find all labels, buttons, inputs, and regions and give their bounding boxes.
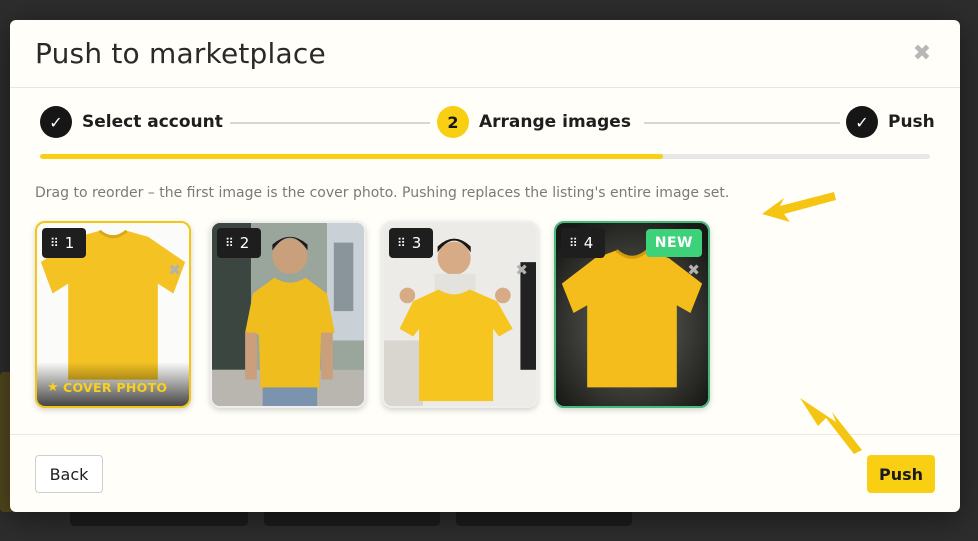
new-badge: NEW (645, 229, 702, 257)
drag-handle[interactable]: ⠿ 4 (561, 228, 605, 258)
image-card-3[interactable]: ⠿ 3 ✖ (382, 221, 538, 408)
progress-bar (40, 154, 930, 159)
pointer-arrow-icon (762, 192, 836, 222)
cover-photo-label: ★ COVER PHOTO (37, 362, 189, 406)
star-icon: ★ (47, 380, 59, 395)
image-index: 3 (411, 234, 422, 252)
check-icon: ✓ (846, 106, 878, 138)
step-label: Push (888, 112, 935, 132)
drag-handle[interactable]: ⠿ 1 (42, 228, 86, 258)
remove-image-icon[interactable]: ✖ (168, 261, 181, 279)
grip-icon: ⠿ (397, 236, 406, 250)
cover-photo-text: COVER PHOTO (62, 380, 168, 395)
step-push[interactable]: ✓ Push (846, 106, 935, 138)
pointer-arrow-icon (800, 398, 862, 454)
step-select-account[interactable]: ✓ Select account (40, 106, 223, 138)
grip-icon: ⠿ (50, 236, 59, 250)
check-icon: ✓ (40, 106, 72, 138)
close-icon[interactable]: ✖ (910, 42, 934, 66)
grip-icon: ⠿ (569, 236, 578, 250)
image-index: 1 (64, 234, 75, 252)
image-card-1[interactable]: ⠿ 1 ✖ ★ COVER PHOTO (35, 221, 191, 408)
push-button[interactable]: Push (867, 455, 935, 493)
modal-title: Push to marketplace (35, 37, 326, 70)
modal-header: Push to marketplace ✖ (10, 20, 960, 88)
step-label: Arrange images (479, 112, 631, 132)
step-arrange-images[interactable]: 2 Arrange images (437, 106, 631, 138)
remove-image-icon[interactable]: ✖ (687, 261, 700, 279)
drag-handle[interactable]: ⠿ 3 (389, 228, 433, 258)
image-index: 2 (239, 234, 250, 252)
step-connector (230, 122, 430, 124)
step-number: 2 (437, 106, 469, 138)
image-card-4[interactable]: ⠿ 4 NEW ✖ (554, 221, 710, 408)
remove-image-icon[interactable]: ✖ (515, 261, 528, 279)
step-label: Select account (82, 112, 223, 132)
step-connector (644, 122, 840, 124)
progress-fill (40, 154, 663, 159)
reorder-hint: Drag to reorder – the first image is the… (35, 185, 730, 201)
stepper: ✓ Select account 2 Arrange images ✓ Push (40, 106, 935, 142)
image-card-2[interactable]: ⠿ 2 (210, 221, 366, 408)
image-index: 4 (583, 234, 594, 252)
back-button[interactable]: Back (35, 455, 103, 493)
grip-icon: ⠿ (225, 236, 234, 250)
drag-handle[interactable]: ⠿ 2 (217, 228, 261, 258)
